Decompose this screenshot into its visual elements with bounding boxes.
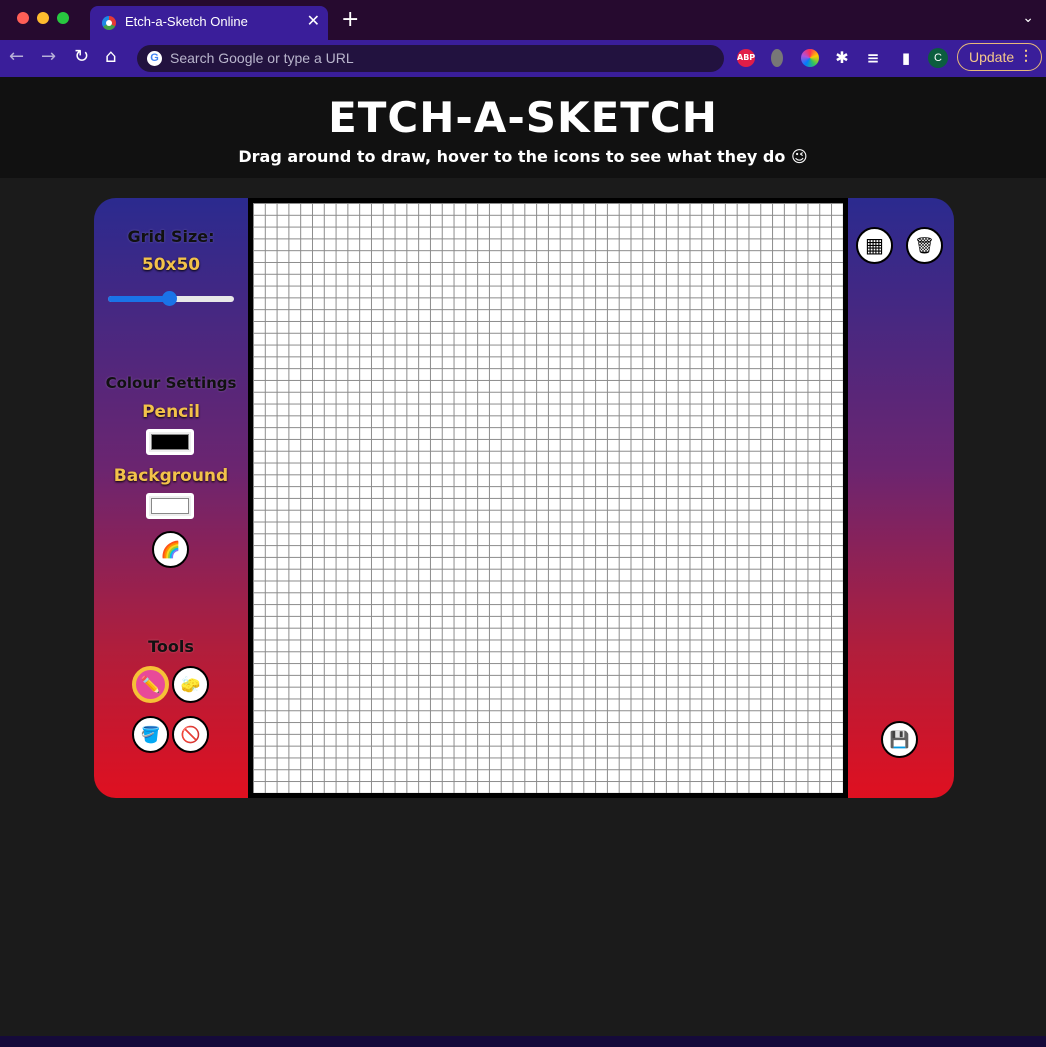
- window-minimize-dot[interactable]: [37, 12, 49, 24]
- page-title: ETCH-A-SKETCH: [328, 93, 718, 142]
- browser-menu-icon[interactable]: ⋮: [1019, 47, 1033, 64]
- background-colour-label: Background: [113, 466, 229, 486]
- paint-bucket-icon: 🪣: [140, 725, 161, 744]
- update-button[interactable]: Update ⋮: [957, 43, 1042, 71]
- update-button-label: Update: [969, 49, 1015, 65]
- toggle-grid-lines-button[interactable]: ▦: [856, 227, 893, 264]
- prohibited-icon: 🚫: [180, 725, 201, 744]
- back-arrow-icon[interactable]: ←: [9, 47, 24, 67]
- google-icon: G: [147, 51, 162, 66]
- address-bar-placeholder: Search Google or type a URL: [170, 50, 354, 66]
- address-bar[interactable]: G Search Google or type a URL: [137, 45, 724, 72]
- trash-icon: 🗑: [914, 236, 935, 255]
- browser-tab-bar: Etch-a-Sketch Online ✕ + ⌄: [0, 0, 1046, 40]
- colour-settings-label: Colour Settings: [105, 374, 237, 392]
- tab-favicon-icon: [102, 16, 116, 30]
- drawing-grid[interactable]: [253, 203, 843, 793]
- window-zoom-dot[interactable]: [57, 12, 69, 24]
- home-icon[interactable]: ⌂: [105, 47, 116, 67]
- grid-size-slider-thumb[interactable]: [162, 291, 178, 306]
- tab-title: Etch-a-Sketch Online: [125, 14, 248, 29]
- tools-label: Tools: [148, 637, 194, 656]
- page-bottom-edge: [0, 1036, 1046, 1047]
- clear-canvas-button[interactable]: 🗑: [906, 227, 943, 264]
- tab-search-chevron-icon[interactable]: ⌄: [1022, 10, 1034, 26]
- pencil-icon: ✏️: [140, 675, 161, 694]
- new-tab-button[interactable]: +: [341, 9, 359, 31]
- drawing-canvas: [248, 198, 848, 798]
- eraser-tool-button[interactable]: 🧽: [172, 666, 209, 703]
- forward-arrow-icon[interactable]: →: [41, 47, 56, 67]
- pencil-colour-label: Pencil: [142, 402, 200, 422]
- settings-panel: Grid Size: 50x50 Colour Settings Pencil …: [94, 198, 248, 798]
- page-header: ETCH-A-SKETCH Drag around to draw, hover…: [0, 77, 1046, 178]
- grid-size-label: Grid Size:: [127, 227, 215, 246]
- profile-avatar[interactable]: C: [928, 48, 948, 68]
- tab-close-icon[interactable]: ✕: [307, 12, 320, 30]
- mouse-extension-icon[interactable]: [771, 49, 783, 67]
- rainbow-icon: 🌈: [160, 540, 181, 559]
- page-subtitle: Drag around to draw, hover to the icons …: [238, 147, 808, 166]
- eraser-icon: 🧽: [180, 675, 201, 694]
- background-colour-picker[interactable]: [146, 493, 194, 519]
- grid-size-slider[interactable]: [108, 291, 234, 306]
- pencil-colour-swatch: [151, 434, 189, 450]
- grid-size-slider-fill: [108, 296, 171, 302]
- extensions-puzzle-icon[interactable]: ✱: [833, 49, 851, 67]
- adblock-extension-icon[interactable]: ABP: [737, 49, 755, 67]
- clear-tool-button[interactable]: 🚫: [172, 716, 209, 753]
- sketch-frame: Grid Size: 50x50 Colour Settings Pencil …: [94, 198, 954, 798]
- grid-icon: ▦: [865, 233, 884, 257]
- reload-icon[interactable]: ↻: [74, 47, 89, 67]
- browser-tab[interactable]: Etch-a-Sketch Online ✕: [90, 6, 328, 40]
- browser-toolbar: ← → ↻ ⌂ G Search Google or type a URL AB…: [0, 40, 1046, 77]
- fill-tool-button[interactable]: 🪣: [132, 716, 169, 753]
- save-image-button[interactable]: 💾: [881, 721, 918, 758]
- reading-list-icon[interactable]: ≡: [864, 49, 882, 67]
- grid-size-value: 50x50: [141, 255, 201, 275]
- window-close-dot[interactable]: [17, 12, 29, 24]
- rainbow-mode-button[interactable]: 🌈: [152, 531, 189, 568]
- save-icon: 💾: [889, 730, 910, 749]
- background-colour-swatch: [151, 498, 189, 514]
- color-picker-extension-icon[interactable]: [801, 49, 819, 67]
- pencil-colour-picker[interactable]: [146, 429, 194, 455]
- actions-panel: ▦ 🗑 💾: [848, 198, 954, 798]
- pencil-tool-button[interactable]: ✏️: [132, 666, 169, 703]
- side-panel-icon[interactable]: ▮: [897, 49, 915, 67]
